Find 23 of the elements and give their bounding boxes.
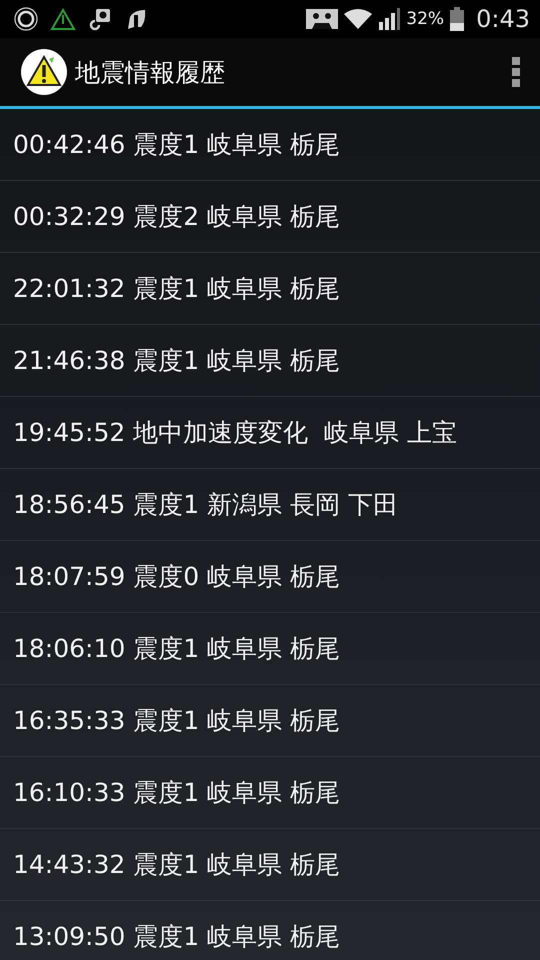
app-logo-icon: [21, 49, 67, 95]
history-item[interactable]: 18:56:45 震度1 新潟県 長岡 下田: [0, 469, 540, 541]
battery-percent: 32%: [406, 9, 444, 29]
wifi-icon: [344, 8, 372, 30]
history-item[interactable]: 16:35:33 震度1 岐阜県 栃尾: [0, 685, 540, 757]
history-item[interactable]: 21:46:38 震度1 岐阜県 栃尾: [0, 325, 540, 397]
history-item[interactable]: 22:01:32 震度1 岐阜県 栃尾: [0, 253, 540, 325]
history-item[interactable]: 18:07:59 震度0 岐阜県 栃尾: [0, 541, 540, 613]
overflow-menu-icon[interactable]: [512, 57, 520, 87]
history-item[interactable]: 13:09:50 震度1 岐阜県 栃尾: [0, 901, 540, 960]
warning-triangle-icon: [50, 7, 76, 31]
history-item[interactable]: 14:43:32 震度1 岐阜県 栃尾: [0, 829, 540, 901]
clock-time: 0:43: [476, 5, 530, 33]
history-item[interactable]: 19:45:52 地中加速度変化 岐阜県 上宝: [0, 397, 540, 469]
history-item[interactable]: 18:06:10 震度1 岐阜県 栃尾: [0, 613, 540, 685]
history-item[interactable]: 16:10:33 震度1 岐阜県 栃尾: [0, 757, 540, 829]
battery-icon: [450, 7, 464, 31]
signal-icon: [378, 8, 400, 30]
cassette-icon: [306, 8, 338, 30]
power-ring-icon: [14, 7, 38, 31]
history-item[interactable]: 00:42:46 震度1 岐阜県 栃尾: [0, 109, 540, 181]
history-item[interactable]: 00:32:29 震度2 岐阜県 栃尾: [0, 181, 540, 253]
app-title: 地震情報履歴: [75, 56, 226, 88]
